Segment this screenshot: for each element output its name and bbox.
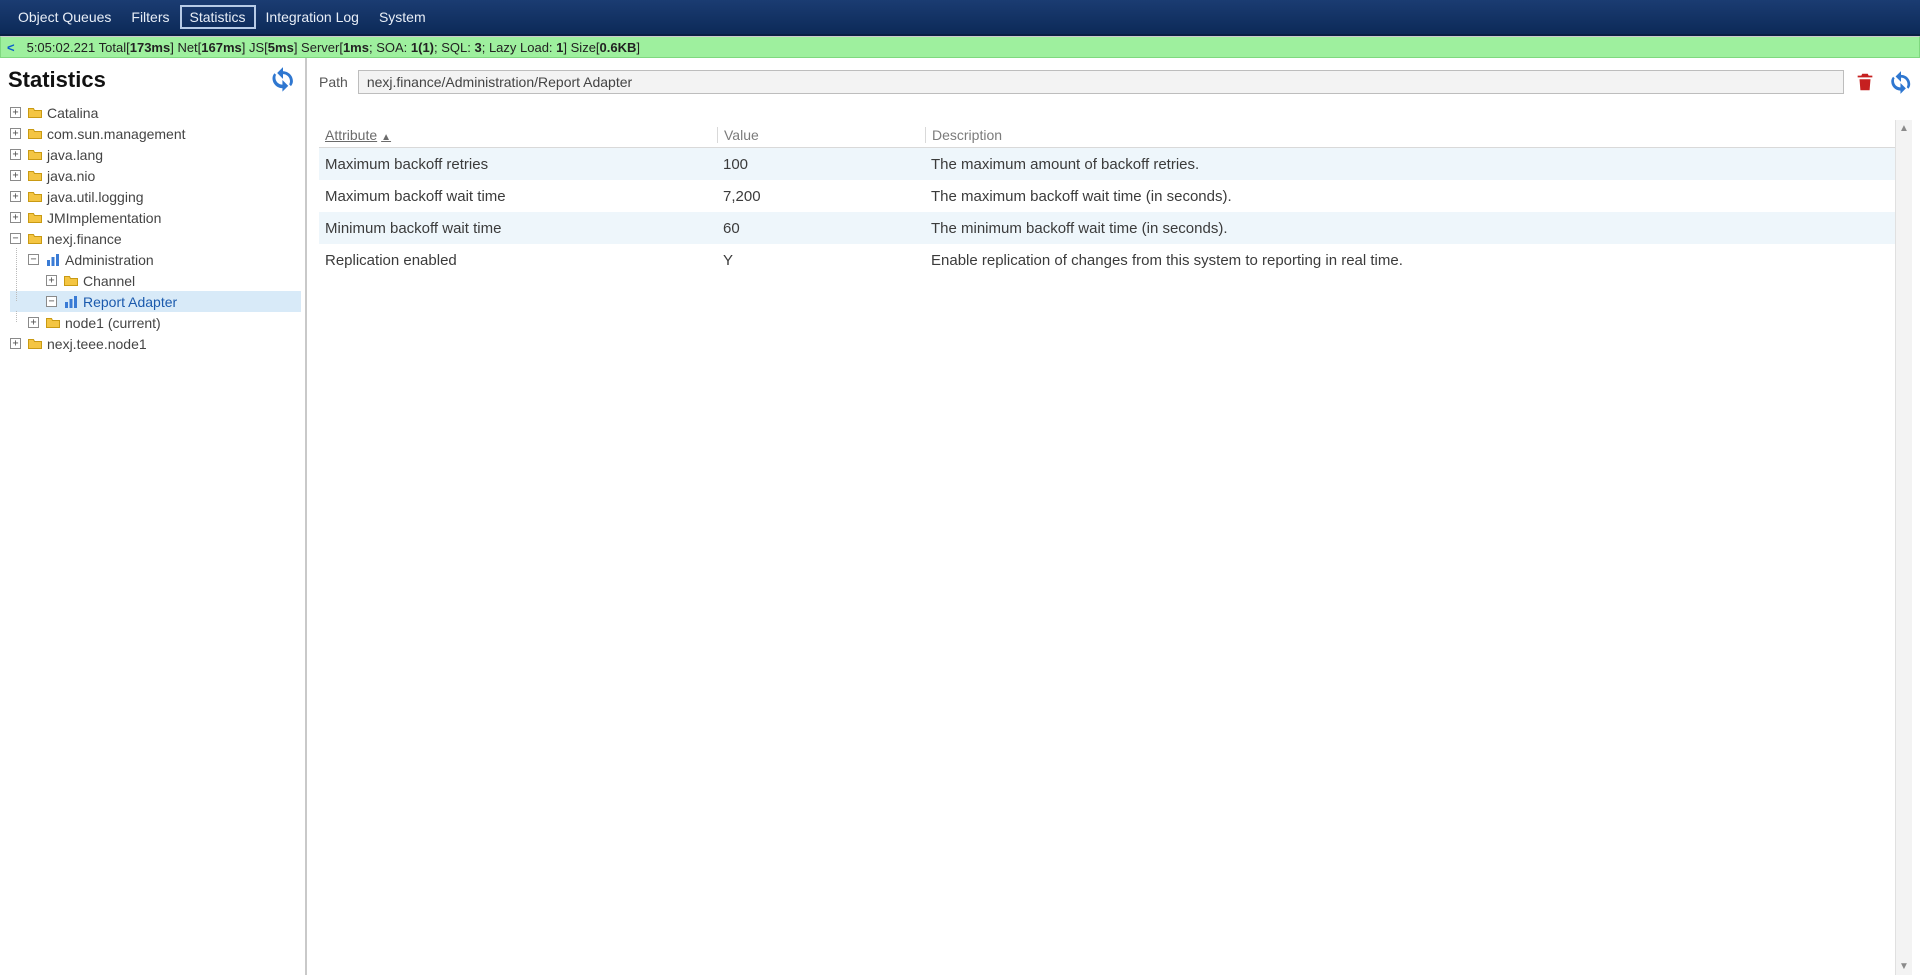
tree-label: node1 (current)	[65, 315, 161, 331]
tree-label: java.nio	[47, 168, 95, 184]
folder-icon	[63, 273, 79, 289]
expander-icon[interactable]: +	[10, 107, 21, 118]
tree-item[interactable]: + JMImplementation	[10, 207, 301, 228]
page-title: Statistics	[8, 67, 106, 93]
expander-icon[interactable]: +	[28, 317, 39, 328]
status-text: 5:05:02.221 Total[173ms] Net[167ms] JS[5…	[27, 40, 640, 55]
tree-label: java.util.logging	[47, 189, 144, 205]
expander-icon[interactable]: +	[10, 212, 21, 223]
tree-label: JMImplementation	[47, 210, 161, 226]
tree-label: nexj.teee.node1	[47, 336, 147, 352]
tree-item[interactable]: + java.util.logging	[10, 186, 301, 207]
path-row: Path	[319, 64, 1912, 100]
nav-system[interactable]: System	[369, 5, 436, 29]
tree-label: Report Adapter	[83, 294, 177, 310]
tree-item-selected[interactable]: − Report Adapter	[10, 291, 301, 312]
folder-icon	[27, 336, 43, 352]
refresh-icon[interactable]	[1888, 70, 1912, 94]
expander-icon[interactable]: −	[28, 254, 39, 265]
tree-item[interactable]: + com.sun.management	[10, 123, 301, 144]
col-attribute-label: Attribute	[325, 127, 377, 143]
trash-icon[interactable]	[1854, 70, 1878, 94]
expander-icon[interactable]: −	[10, 233, 21, 244]
scroll-up-icon[interactable]: ▲	[1896, 120, 1912, 137]
tree-label: java.lang	[47, 147, 103, 163]
tree-label: nexj.finance	[47, 231, 122, 247]
nav-integration-log[interactable]: Integration Log	[256, 5, 369, 29]
scroll-track[interactable]	[1896, 137, 1912, 958]
tree-label: Channel	[83, 273, 135, 289]
folder-icon	[27, 147, 43, 163]
chart-icon	[45, 252, 61, 268]
table-row[interactable]: Minimum backoff wait time 60 The minimum…	[319, 212, 1912, 244]
table-row[interactable]: Maximum backoff wait time 7,200 The maxi…	[319, 180, 1912, 212]
content-panel: Path Attribute ▲ Value Description Maximu…	[307, 58, 1920, 975]
back-arrow-icon[interactable]: <	[7, 40, 15, 55]
tree-item[interactable]: − Administration	[10, 249, 301, 270]
vertical-scrollbar[interactable]: ▲ ▼	[1895, 120, 1912, 975]
cell-val: 60	[717, 220, 925, 237]
sidebar-header: Statistics	[4, 64, 301, 102]
sort-asc-icon: ▲	[381, 132, 391, 143]
table-body: Maximum backoff retries 100 The maximum …	[319, 148, 1912, 276]
cell-desc: Enable replication of changes from this …	[925, 252, 1912, 269]
scroll-down-icon[interactable]: ▼	[1896, 958, 1912, 975]
cell-val: Y	[717, 252, 925, 269]
expander-icon[interactable]: +	[10, 149, 21, 160]
folder-icon	[27, 168, 43, 184]
tree-item[interactable]: + Channel	[10, 270, 301, 291]
refresh-icon[interactable]	[269, 66, 297, 94]
tree-item[interactable]: + Catalina	[10, 102, 301, 123]
cell-val: 7,200	[717, 188, 925, 205]
folder-icon	[27, 126, 43, 142]
sidebar: Statistics + Catalina + com.sun.manageme…	[0, 58, 307, 975]
cell-attr: Minimum backoff wait time	[319, 220, 717, 237]
nav-filters[interactable]: Filters	[121, 5, 179, 29]
nav-object-queues[interactable]: Object Queues	[8, 5, 121, 29]
col-value[interactable]: Value	[717, 127, 925, 143]
cell-desc: The maximum backoff wait time (in second…	[925, 188, 1912, 205]
folder-icon	[27, 231, 43, 247]
path-label: Path	[319, 74, 348, 90]
table-row[interactable]: Replication enabled Y Enable replication…	[319, 244, 1912, 276]
cell-attr: Maximum backoff retries	[319, 156, 717, 173]
expander-icon[interactable]: +	[10, 191, 21, 202]
tree-item[interactable]: + java.lang	[10, 144, 301, 165]
main-area: Statistics + Catalina + com.sun.manageme…	[0, 58, 1920, 975]
tree-label: Catalina	[47, 105, 98, 121]
timing-status-bar: < 5:05:02.221 Total[173ms] Net[167ms] JS…	[0, 36, 1920, 58]
table-header: Attribute ▲ Value Description	[319, 120, 1912, 148]
cell-desc: The minimum backoff wait time (in second…	[925, 220, 1912, 237]
path-input[interactable]	[358, 70, 1844, 94]
expander-icon[interactable]: −	[46, 296, 57, 307]
folder-icon	[27, 189, 43, 205]
col-description[interactable]: Description	[925, 127, 1912, 143]
expander-icon[interactable]: +	[10, 128, 21, 139]
chart-icon	[63, 294, 79, 310]
col-attribute[interactable]: Attribute ▲	[319, 127, 717, 143]
tree-item[interactable]: + nexj.teee.node1	[10, 333, 301, 354]
cell-attr: Replication enabled	[319, 252, 717, 269]
cell-desc: The maximum amount of backoff retries.	[925, 156, 1912, 173]
expander-icon[interactable]: +	[46, 275, 57, 286]
folder-icon	[27, 105, 43, 121]
nav-statistics[interactable]: Statistics	[180, 5, 256, 29]
cell-val: 100	[717, 156, 925, 173]
tree-label: com.sun.management	[47, 126, 186, 142]
expander-icon[interactable]: +	[10, 170, 21, 181]
table-row[interactable]: Maximum backoff retries 100 The maximum …	[319, 148, 1912, 180]
attributes-table: Attribute ▲ Value Description Maximum bac…	[319, 120, 1912, 975]
tree-label: Administration	[65, 252, 154, 268]
tree-item[interactable]: + java.nio	[10, 165, 301, 186]
folder-icon	[45, 315, 61, 331]
tree-item[interactable]: − nexj.finance	[10, 228, 301, 249]
tree-item[interactable]: + node1 (current)	[10, 312, 301, 333]
cell-attr: Maximum backoff wait time	[319, 188, 717, 205]
folder-icon	[27, 210, 43, 226]
top-nav: Object Queues Filters Statistics Integra…	[0, 0, 1920, 36]
expander-icon[interactable]: +	[10, 338, 21, 349]
statistics-tree: + Catalina + com.sun.management + java.l…	[4, 102, 301, 354]
